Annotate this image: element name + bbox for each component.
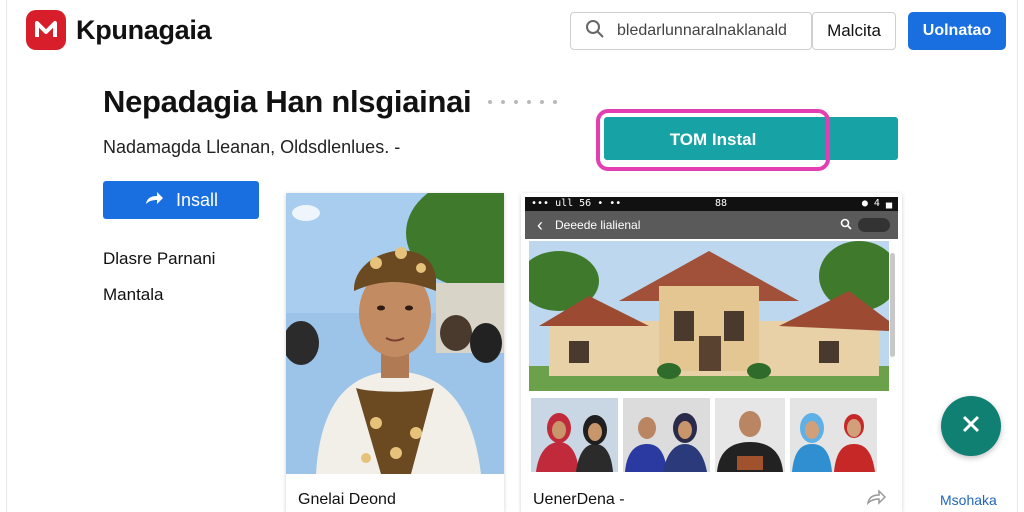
footer-link[interactable]: Msohaka: [940, 492, 997, 508]
meta-info-2: Mantala: [103, 285, 164, 304]
search-input[interactable]: [617, 22, 797, 40]
thumbnail-photo[interactable]: [715, 398, 785, 472]
back-icon[interactable]: ‹: [525, 215, 555, 236]
thumbnail-photo[interactable]: [531, 398, 618, 472]
thumbnail-photo[interactable]: [623, 398, 710, 472]
close-fab-button[interactable]: [941, 396, 1001, 456]
portrait-photo: [286, 193, 504, 474]
primary-button[interactable]: Uolnatao: [908, 12, 1006, 50]
phone-app-title: Deeede lialienal: [555, 218, 641, 232]
card-caption: Gnelai Deond: [298, 491, 396, 508]
share-icon[interactable]: [866, 489, 887, 510]
install-label: Insall: [175, 189, 219, 210]
brand-logo[interactable]: Kpunagaia: [26, 10, 212, 50]
page-subtitle: Nadamagda Lleanan, Oldsdlenlues. -: [103, 137, 401, 157]
install-button[interactable]: Insall: [103, 181, 259, 219]
cta-label: TOM Instal: [669, 130, 757, 149]
brand-name: Kpunagaia: [76, 14, 212, 45]
phone-app-bar: ‹ Deeede lialienal: [525, 211, 898, 239]
toggle-switch[interactable]: [858, 218, 890, 232]
search-icon: [585, 19, 605, 44]
thumbnail-photo[interactable]: [790, 398, 877, 472]
card-caption: UenerDena -: [533, 491, 625, 508]
preview-card-phone[interactable]: ••• ull 56 • •• 88 ● 4 ▄ ‹ Deeede lialie…: [521, 193, 902, 512]
secondary-button[interactable]: Malcita: [812, 12, 896, 50]
phone-status-bar: ••• ull 56 • •• 88 ● 4 ▄: [525, 197, 898, 211]
more-dots-icon[interactable]: [488, 100, 557, 104]
thumbnail-strip: [531, 398, 877, 472]
page-title: Nepadagia Han nlsgiainai: [103, 84, 472, 119]
arrow-icon: [144, 190, 164, 211]
search-icon[interactable]: [834, 218, 858, 233]
close-icon: [960, 413, 982, 440]
meta-info-1: Dlasre Parnani: [103, 249, 216, 268]
search-box[interactable]: [570, 12, 812, 50]
logo-icon: [26, 10, 66, 50]
preview-card-portrait[interactable]: Gnelai Deond: [286, 193, 504, 512]
house-photo: [529, 241, 889, 391]
install-cta-button[interactable]: TOM Instal: [596, 109, 830, 171]
scrollbar[interactable]: [890, 253, 895, 357]
